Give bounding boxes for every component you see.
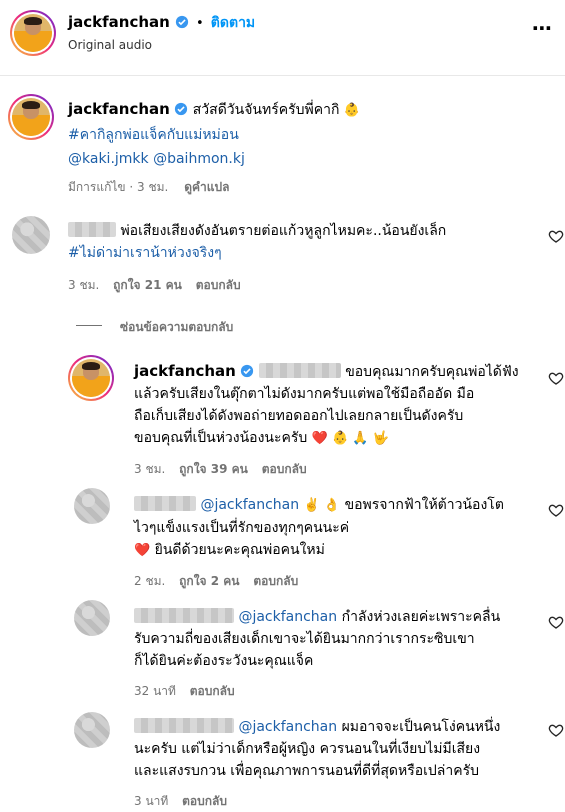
reply-text-line2: แล้วครับเสียงในตุ๊กตาไม่ดังมากครับแต่พอใ…	[134, 386, 475, 402]
reply-text-line2: นะครับ แต่ไม่ว่าเด็กหรือผู้หญิง ควรนอนใน…	[134, 741, 481, 757]
reply-avatar-jackfanchan[interactable]	[68, 355, 114, 401]
like-heart-icon[interactable]	[548, 228, 564, 244]
header-dot: •	[196, 16, 204, 31]
mention-kaki[interactable]: @kaki.jmkk	[68, 151, 149, 167]
reply-time: 2 ชม.	[134, 574, 166, 588]
comment-likes[interactable]: ถูกใจ 21 คน	[113, 278, 182, 292]
reply-emojis: ✌️ 👌	[303, 498, 341, 513]
reply-username[interactable]: jackfanchan	[134, 362, 236, 380]
reply-emojis: ❤️ 👶 🙏 🤟	[311, 431, 389, 446]
reply-text-line1: ขอพรจากฟ้าให้ต้าวน้องโต	[344, 497, 504, 513]
translate-link[interactable]: ดูคำแปล	[184, 180, 229, 194]
header-username[interactable]: jackfanchan	[68, 13, 170, 31]
reply-likes[interactable]: ถูกใจ 2 คน	[179, 574, 239, 588]
verified-badge-icon	[241, 364, 254, 378]
reply-time: 32 นาที	[134, 684, 176, 698]
comment-text-line1: พ่อเสียงเสียงดังอันตรายต่อแก้วหูลูกไหมคะ…	[120, 223, 447, 239]
reply-avatar[interactable]	[74, 712, 110, 748]
header-divider	[0, 75, 565, 76]
reply-commenter-name[interactable]	[134, 608, 234, 623]
baby-emoji: 👶	[343, 103, 361, 118]
commenter-avatar[interactable]	[12, 216, 50, 254]
mentioned-user[interactable]	[258, 363, 341, 378]
like-heart-icon[interactable]	[548, 614, 564, 630]
reply-text-line1: ขอบคุณมากครับคุณพ่อได้ฟัง	[345, 364, 519, 380]
reply-reply-button[interactable]: ตอบกลับ	[253, 574, 298, 588]
reply-text-line3: ก็ได้ยินค่ะต้องระวังนะคุณแจ็ค	[134, 653, 314, 669]
reply-text-line2: รับความถี่ของเสียงเด็กเขาจะได้ยินมากกว่า…	[134, 631, 475, 647]
reply-text-line1: ผมอาจจะเป็นคนโง่คนหนึ่ง	[341, 719, 501, 735]
reply-text-line3: ยินดีด้วยนะคะคุณพ่อคนใหม่	[154, 542, 325, 558]
reply-mention[interactable]: @jackfanchan	[238, 719, 337, 735]
like-heart-icon[interactable]	[548, 502, 564, 518]
follow-button[interactable]: ติดตาม	[211, 15, 255, 31]
reply-commenter-name[interactable]	[134, 496, 196, 511]
mention-baihmon[interactable]: @baihmon.kj	[153, 151, 245, 167]
reply-text-line2: ไวๆแข็งแรงเป็นที่รักของทุกๆคนนะค่	[134, 520, 350, 536]
reply-time: 3 ชม.	[134, 462, 166, 476]
red-heart-emoji: ❤️	[134, 543, 151, 558]
reply-commenter-name[interactable]	[134, 718, 234, 733]
reply-time: 3 นาที	[134, 794, 169, 808]
like-heart-icon[interactable]	[548, 722, 564, 738]
comment-reply-button[interactable]: ตอบกลับ	[196, 278, 241, 292]
reply-text-line3: ถือเก็บเสียงได้ดังพอถ่ายทอดออกไปเลยกลายเ…	[134, 408, 464, 424]
comment-hashtag[interactable]: #ไม่ด่าม่าเราน้าห่วงจริงๆ	[68, 242, 528, 264]
hide-replies-button[interactable]: ซ่อนข้อความตอบกลับ	[120, 318, 233, 337]
caption-hashtag[interactable]: #คากิลูกพ่อแจ็คกับแม่หม่อน	[68, 124, 548, 146]
reply-text-line1: กำลังห่วงเลยค่ะเพราะคลื่น	[341, 609, 501, 625]
caption-text: สวัสดีวันจันทร์ครับพี่คากิ	[192, 102, 340, 118]
commenter-name[interactable]	[68, 222, 116, 237]
more-options-icon[interactable]: ⋯	[532, 16, 553, 40]
reply-text-line4: ขอบคุณที่เป็นห่วงน้องนะครับ	[134, 430, 308, 446]
reply-avatar[interactable]	[74, 600, 110, 636]
caption-username[interactable]: jackfanchan	[68, 100, 170, 118]
reply-mention[interactable]: @jackfanchan	[200, 497, 299, 513]
comment-time: 3 ชม.	[68, 278, 100, 292]
hide-replies-line	[76, 325, 102, 326]
reply-reply-button[interactable]: ตอบกลับ	[262, 462, 307, 476]
like-heart-icon[interactable]	[548, 370, 564, 386]
reply-reply-button[interactable]: ตอบกลับ	[182, 794, 227, 808]
caption-avatar[interactable]	[8, 94, 54, 140]
reply-mention[interactable]: @jackfanchan	[238, 609, 337, 625]
reply-avatar[interactable]	[74, 488, 110, 524]
reply-text-line3: และแสงรบกวน เพื่อคุณภาพการนอนที่ดีที่สุด…	[134, 763, 480, 779]
caption-edited-time: มีการแก้ไข · 3 ชม.	[68, 180, 169, 194]
audio-label[interactable]: Original audio	[68, 38, 152, 52]
reply-reply-button[interactable]: ตอบกลับ	[190, 684, 235, 698]
verified-badge-icon	[175, 102, 188, 116]
verified-badge-icon	[175, 15, 189, 29]
reply-likes[interactable]: ถูกใจ 39 คน	[179, 462, 248, 476]
header-avatar[interactable]	[10, 10, 56, 56]
